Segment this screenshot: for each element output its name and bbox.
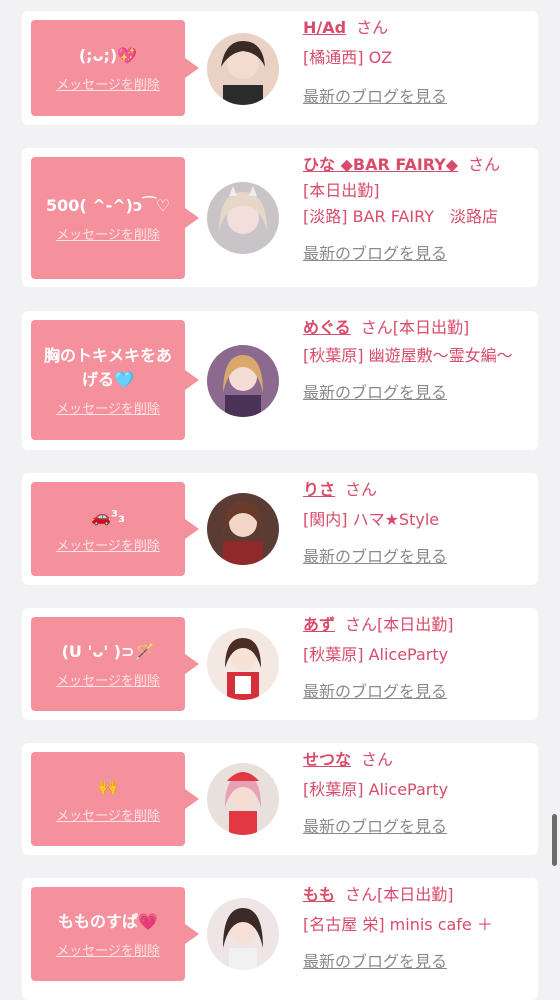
- shop-label: [橘通西] OZ: [303, 48, 393, 67]
- cast-name-link[interactable]: りさ: [303, 480, 335, 499]
- message-text: もものすぱ💗: [58, 911, 158, 931]
- message-text: 胸のトキメキをあげる🩵: [43, 345, 172, 389]
- latest-blog-link[interactable]: 最新のブログを見る: [303, 543, 447, 567]
- cast-name-link[interactable]: ひな ◆BAR FAIRY◆: [303, 155, 458, 174]
- delete-message-link[interactable]: メッセージを削除: [56, 940, 160, 959]
- shop-label: [淡路] BAR FAIRY 淡路店: [303, 207, 498, 226]
- cast-name-link[interactable]: H/Ad: [303, 18, 346, 37]
- avatar[interactable]: [207, 493, 279, 565]
- cast-name-link[interactable]: もも: [303, 885, 335, 904]
- honorific: さん: [361, 750, 394, 769]
- message-bubble: 胸のトキメキをあげる🩵 メッセージを削除: [31, 320, 199, 440]
- honorific: さん: [468, 155, 501, 174]
- cast-name-link[interactable]: せつな: [303, 750, 351, 769]
- message-bubble: (;ᴗ;)💖 メッセージを削除: [31, 20, 199, 116]
- shop-label: [秋葉原] 幽遊屋敷〜霊女編〜: [303, 346, 513, 365]
- message-bubble: 🚗³₃ メッセージを削除: [31, 482, 199, 576]
- cast-info: H/Ad さん [橘通西] OZ 最新のブログを見る: [303, 15, 530, 107]
- cast-info: せつな さん [秋葉原] AliceParty 最新のブログを見る: [303, 747, 530, 837]
- delete-message-link[interactable]: メッセージを削除: [56, 74, 160, 93]
- status-label: [本日出勤]: [377, 615, 454, 634]
- avatar[interactable]: [207, 33, 279, 105]
- message-text: 500( ^-^)ɔ⁀♡: [45, 195, 171, 215]
- honorific: さん: [360, 318, 393, 337]
- status-label: [本日出勤]: [392, 318, 470, 337]
- message-card: (;ᴗ;)💖 メッセージを削除 H/Ad さん [橘通西] OZ 最新のブログを見…: [22, 11, 538, 125]
- cast-info: めぐる さん[本日出勤] [秋葉原] 幽遊屋敷〜霊女編〜 最新のブログを見る: [303, 315, 530, 403]
- honorific: さん: [356, 18, 389, 37]
- latest-blog-link[interactable]: 最新のブログを見る: [303, 813, 447, 837]
- shop-label: [秋葉原] AliceParty: [303, 645, 449, 664]
- latest-blog-link[interactable]: 最新のブログを見る: [303, 678, 447, 702]
- avatar[interactable]: [207, 763, 279, 835]
- cast-name-link[interactable]: あず: [303, 615, 335, 634]
- status-label: [本日出勤]: [303, 181, 380, 200]
- delete-message-link[interactable]: メッセージを削除: [56, 670, 160, 689]
- cast-info: ひな ◆BAR FAIRY◆ さん [本日出勤] [淡路] BAR FAIRY 淡…: [303, 152, 530, 264]
- shop-label: [秋葉原] AliceParty: [303, 780, 449, 799]
- message-bubble: 🙌 メッセージを削除: [31, 752, 199, 846]
- message-text: (U 'ᴗ' )⊃🪄: [61, 641, 155, 661]
- message-card: 500( ^-^)ɔ⁀♡ メッセージを削除 ひな ◆BAR FAIRY◆ さん […: [22, 148, 538, 287]
- message-card: 🙌 メッセージを削除 せつな さん [秋葉原] AliceParty 最新のブログ…: [22, 743, 538, 855]
- message-bubble: (U 'ᴗ' )⊃🪄 メッセージを削除: [31, 617, 199, 711]
- cast-name-link[interactable]: めぐる: [303, 318, 351, 337]
- message-card: 胸のトキメキをあげる🩵 メッセージを削除 めぐる さん[本日出勤] [秋葉原] 幽…: [22, 311, 538, 450]
- message-card: もものすぱ💗 メッセージを削除 もも さん[本日出勤] [名古屋 栄] minis…: [22, 878, 538, 1000]
- avatar[interactable]: [207, 182, 279, 254]
- cast-info: りさ さん [関内] ハマ★Style 最新のブログを見る: [303, 477, 530, 567]
- message-card: 🚗³₃ メッセージを削除 りさ さん [関内] ハマ★Style 最新のブログを見…: [22, 473, 538, 585]
- message-bubble: 500( ^-^)ɔ⁀♡ メッセージを削除: [31, 157, 199, 279]
- latest-blog-link[interactable]: 最新のブログを見る: [303, 379, 447, 403]
- delete-message-link[interactable]: メッセージを削除: [56, 398, 160, 417]
- avatar[interactable]: [207, 628, 279, 700]
- delete-message-link[interactable]: メッセージを削除: [56, 535, 160, 554]
- status-label: [本日出勤]: [377, 885, 454, 904]
- latest-blog-link[interactable]: 最新のブログを見る: [303, 83, 447, 107]
- cast-info: もも さん[本日出勤] [名古屋 栄] minis cafe ＋ 最新のブログを見…: [303, 882, 530, 972]
- latest-blog-link[interactable]: 最新のブログを見る: [303, 240, 447, 264]
- honorific: さん: [345, 885, 378, 904]
- message-text: 🚗³₃: [91, 506, 125, 526]
- message-bubble: もものすぱ💗 メッセージを削除: [31, 887, 199, 981]
- message-text: 🙌: [98, 776, 118, 796]
- delete-message-link[interactable]: メッセージを削除: [56, 224, 160, 243]
- avatar[interactable]: [207, 345, 279, 417]
- message-text: (;ᴗ;)💖: [78, 45, 138, 65]
- latest-blog-link[interactable]: 最新のブログを見る: [303, 948, 447, 972]
- honorific: さん: [345, 615, 378, 634]
- scrollbar[interactable]: [552, 814, 557, 866]
- delete-message-link[interactable]: メッセージを削除: [56, 805, 160, 824]
- shop-label: [名古屋 栄] minis cafe ＋: [303, 915, 493, 934]
- shop-label: [関内] ハマ★Style: [303, 510, 440, 529]
- honorific: さん: [345, 480, 378, 499]
- message-card: (U 'ᴗ' )⊃🪄 メッセージを削除 あず さん[本日出勤] [秋葉原] Ali…: [22, 608, 538, 720]
- avatar[interactable]: [207, 898, 279, 970]
- cast-info: あず さん[本日出勤] [秋葉原] AliceParty 最新のブログを見る: [303, 612, 530, 702]
